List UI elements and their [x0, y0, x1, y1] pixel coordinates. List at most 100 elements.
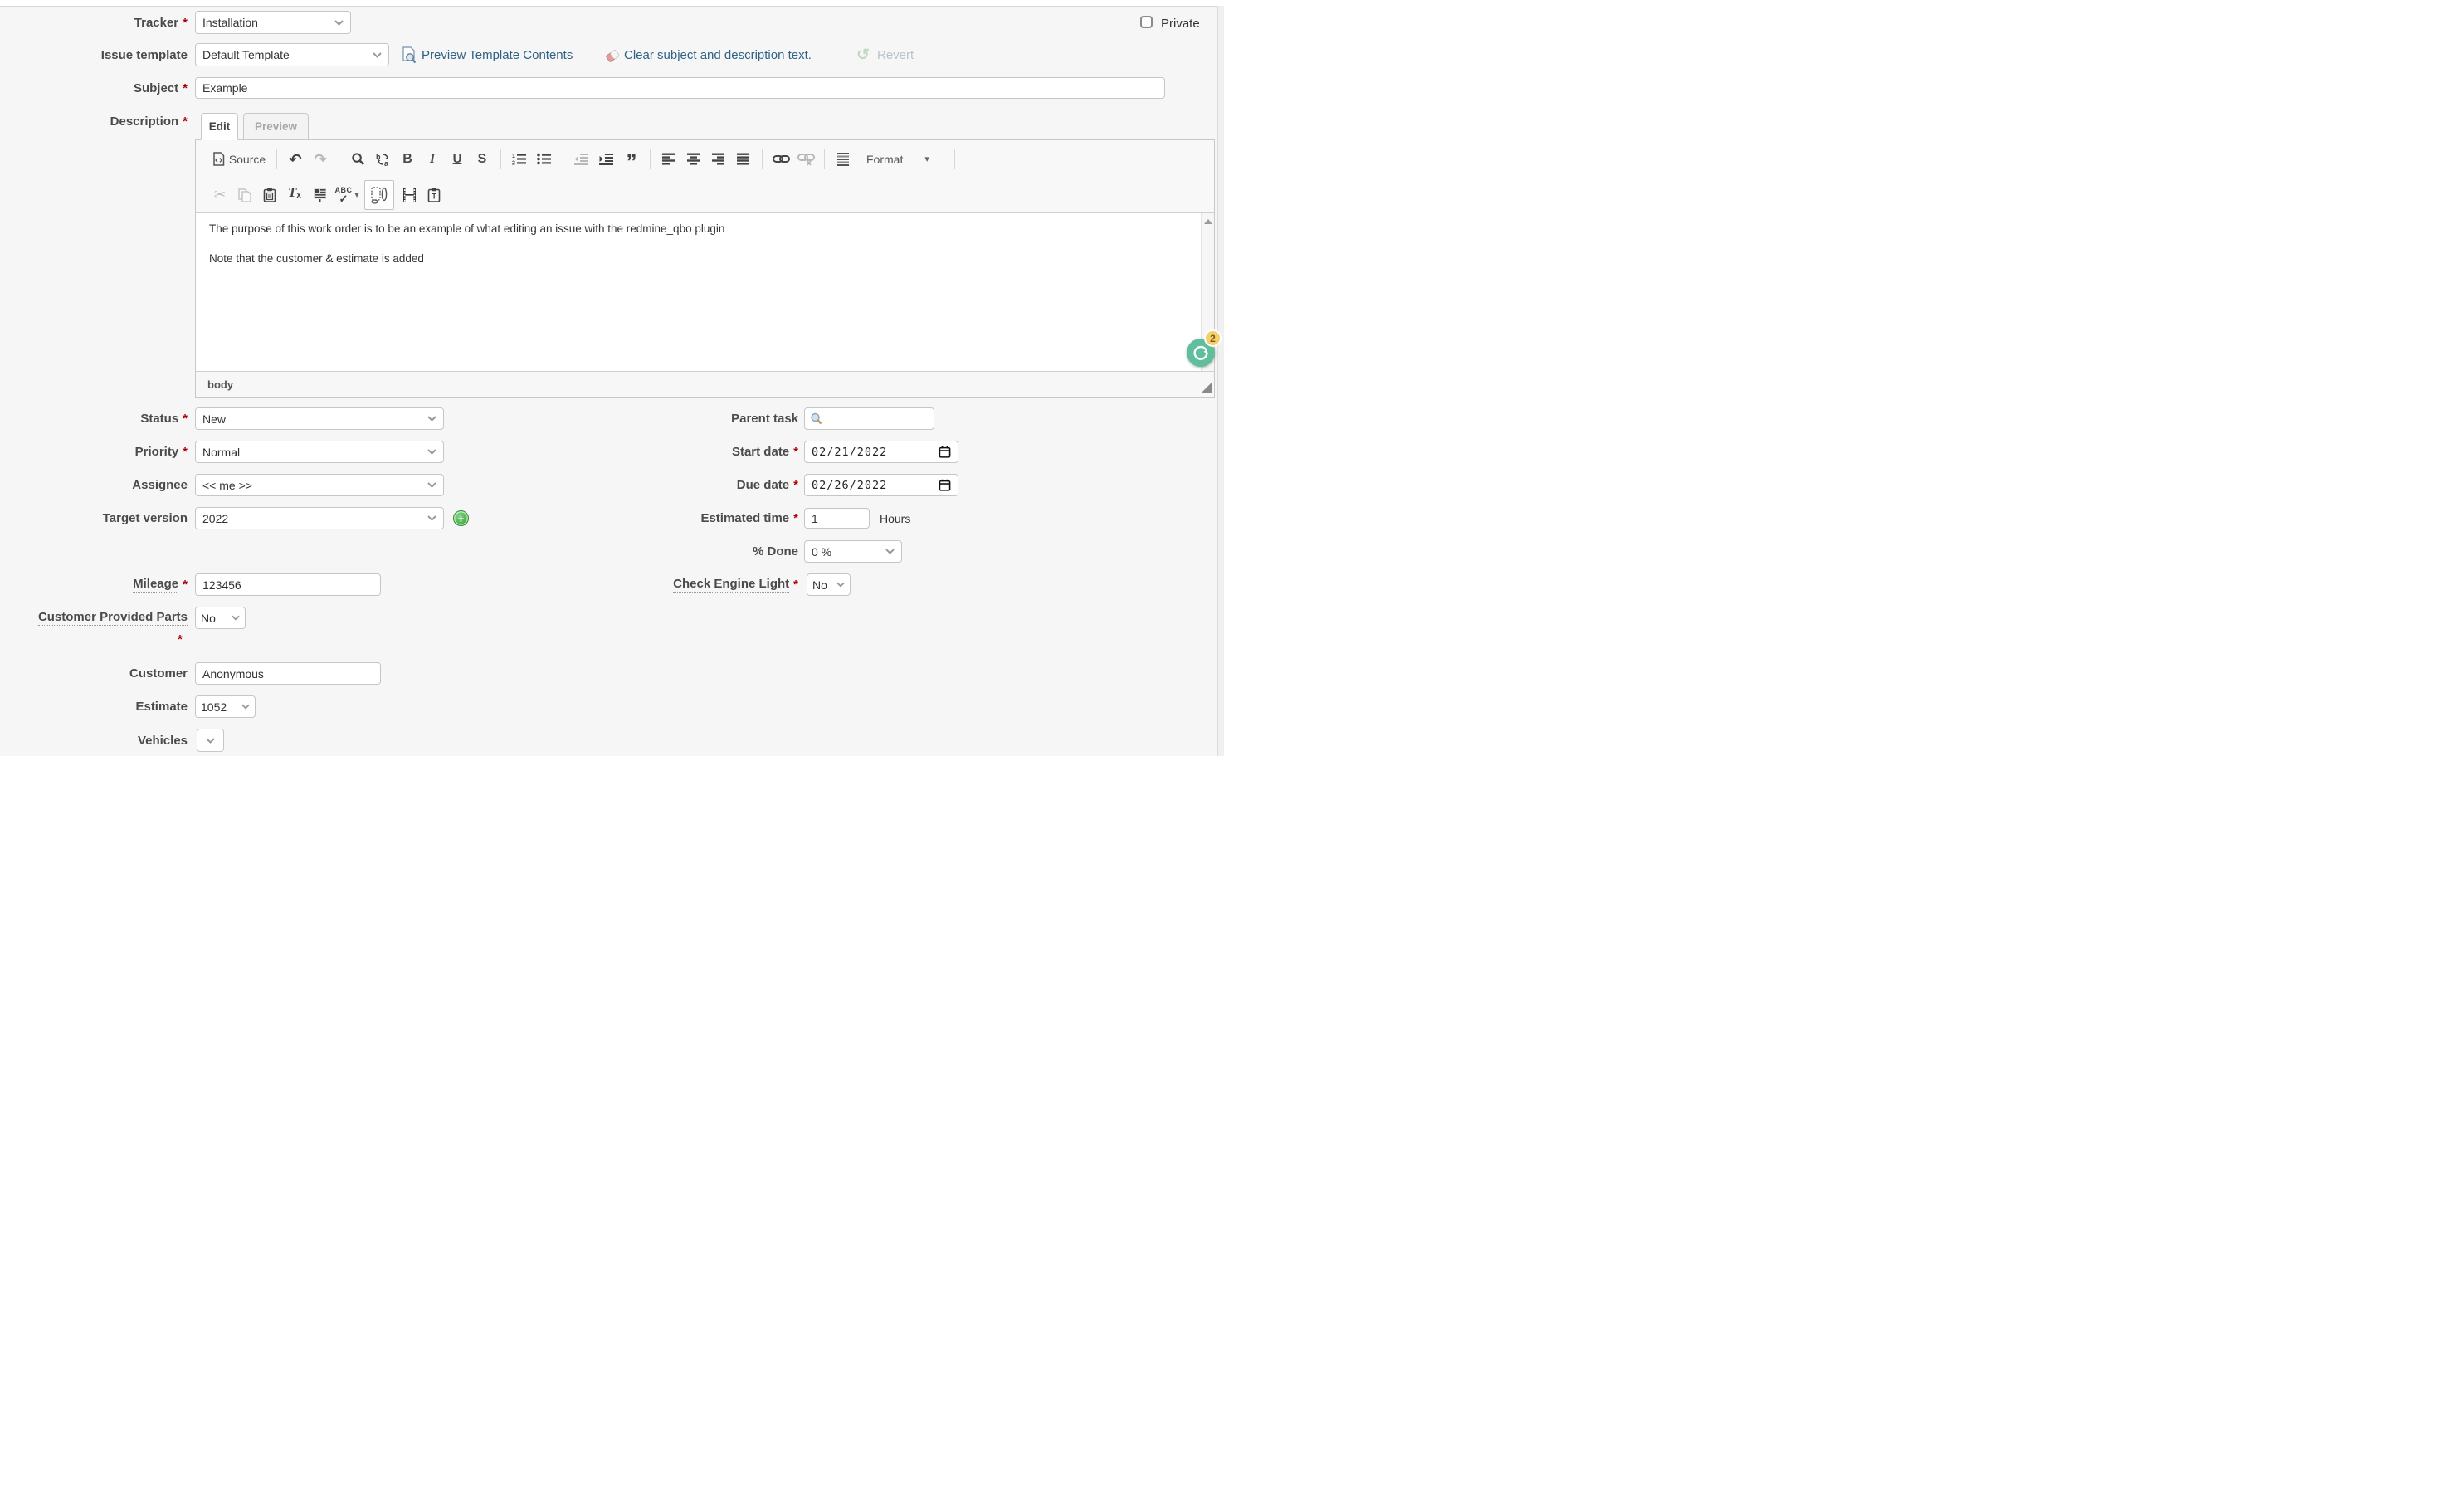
bulleted-list-icon[interactable]: [534, 149, 554, 170]
issue-template-select[interactable]: Default Template: [195, 43, 389, 66]
editor-content[interactable]: The purpose of this work order is to be …: [196, 213, 1214, 373]
replace-icon[interactable]: ba: [373, 149, 393, 170]
estimate-select[interactable]: 1052: [195, 695, 256, 718]
select-area-icon[interactable]: [364, 180, 394, 210]
paste-from-word-icon[interactable]: [310, 184, 329, 206]
calendar-icon[interactable]: [939, 479, 951, 491]
copy-icon[interactable]: [235, 184, 255, 206]
private-checkbox[interactable]: [1140, 16, 1153, 28]
align-center-icon[interactable]: [684, 149, 704, 170]
tab-preview[interactable]: Preview: [243, 113, 309, 139]
paragraph-styles-icon[interactable]: [833, 149, 853, 170]
bold-icon[interactable]: B: [397, 149, 417, 170]
editor-paragraph: The purpose of this work order is to be …: [196, 213, 1214, 237]
estimated-time-input[interactable]: [804, 508, 870, 529]
spellcheck-icon[interactable]: ABC ✓ ▾: [334, 184, 359, 206]
box-top-border: [0, 0, 1224, 7]
source-button[interactable]: Source: [210, 149, 268, 170]
chevron-down-icon: [232, 615, 240, 621]
paste-plain-text-icon[interactable]: T: [424, 184, 444, 206]
clear-subject-link[interactable]: Clear subject and description text.: [624, 48, 812, 62]
align-left-icon[interactable]: [659, 149, 679, 170]
revert-icon: ↺: [856, 46, 870, 65]
description-editor: Source ↶ ↷ ba B I U S 12 ”: [195, 139, 1215, 398]
target-version-select[interactable]: 2022: [195, 507, 444, 529]
search-icon: [810, 412, 823, 426]
source-icon: [212, 152, 225, 166]
customer-provided-parts-select[interactable]: No: [195, 607, 246, 629]
align-right-icon[interactable]: [709, 149, 729, 170]
tracker-select[interactable]: Installation: [195, 11, 351, 34]
toolbar-row-1: Source ↶ ↷ ba B I U S 12 ”: [196, 140, 1214, 178]
customer-provided-parts-label: Customer Provided Parts: [0, 607, 188, 629]
paste-icon[interactable]: [260, 184, 280, 206]
subject-input[interactable]: [195, 77, 1165, 99]
tab-edit[interactable]: Edit: [201, 113, 238, 140]
tracker-label: Tracker*: [0, 11, 188, 34]
assignee-label: Assignee: [0, 474, 188, 496]
format-dropdown[interactable]: Format ▾: [858, 149, 946, 170]
chevron-down-icon: [885, 549, 895, 554]
editor-paragraph: Note that the customer & estimate is add…: [196, 237, 1214, 266]
percent-done-select[interactable]: 0 %: [804, 540, 902, 563]
estimate-label: Estimate: [0, 695, 188, 718]
status-select[interactable]: New: [195, 407, 444, 430]
grammarly-badge: 2: [1204, 329, 1222, 347]
parent-task-label: Parent task: [465, 407, 798, 430]
customer-provided-parts-required: *: [178, 632, 183, 646]
revert-link: Revert: [877, 48, 914, 62]
svg-text:T: T: [432, 193, 436, 201]
start-date-input[interactable]: 02/21/2022: [804, 441, 958, 463]
status-label: Status*: [0, 407, 188, 430]
redo-icon[interactable]: ↷: [310, 149, 330, 170]
outdent-icon[interactable]: [572, 149, 592, 170]
resize-handle-icon[interactable]: [1201, 383, 1212, 393]
check-engine-light-label: Check Engine Light*: [465, 573, 798, 596]
underline-icon[interactable]: U: [447, 149, 467, 170]
toolbar-row-2: ✂ Tx ABC ✓ ▾ T: [196, 178, 1214, 212]
editor-toolbar: Source ↶ ↷ ba B I U S 12 ”: [196, 140, 1214, 213]
numbered-list-icon[interactable]: 12: [510, 149, 529, 170]
chevron-down-icon: [427, 416, 436, 422]
link-icon[interactable]: [771, 149, 791, 170]
element-path-bar: body: [196, 371, 1214, 397]
chevron-down-icon: [427, 449, 436, 455]
cut-icon[interactable]: ✂: [210, 184, 230, 206]
priority-select[interactable]: Normal: [195, 441, 444, 463]
element-path[interactable]: body: [207, 378, 233, 391]
due-date-input[interactable]: 02/26/2022: [804, 474, 958, 496]
svg-text:a: a: [384, 159, 389, 167]
undo-icon[interactable]: ↶: [285, 149, 305, 170]
unlink-icon[interactable]: [796, 149, 816, 170]
chevron-down-icon: [373, 52, 382, 58]
calendar-icon[interactable]: [939, 446, 951, 458]
start-date-label: Start date*: [465, 441, 798, 463]
mileage-input[interactable]: [195, 573, 381, 596]
find-icon[interactable]: [348, 149, 368, 170]
indent-icon[interactable]: [597, 149, 617, 170]
assignee-select[interactable]: << me >>: [195, 474, 444, 496]
hours-label: Hours: [880, 508, 910, 529]
caret-down-icon: ▾: [354, 191, 358, 200]
vehicles-select[interactable]: [197, 729, 224, 752]
priority-label: Priority*: [0, 441, 188, 463]
private-label: Private: [1161, 15, 1200, 32]
chevron-down-icon: [241, 704, 250, 710]
chevron-down-icon: [206, 738, 215, 744]
align-justify-icon[interactable]: [734, 149, 753, 170]
media-embed-icon[interactable]: [399, 184, 419, 206]
target-version-label: Target version: [0, 507, 188, 529]
parent-task-input[interactable]: [804, 407, 934, 430]
check-engine-light-select[interactable]: No: [807, 573, 851, 596]
preview-template-icon: [401, 46, 417, 68]
caret-down-icon: ▾: [924, 154, 929, 164]
svg-text:1: 1: [512, 154, 515, 159]
remove-format-icon[interactable]: Tx: [285, 184, 305, 206]
customer-input[interactable]: [195, 662, 381, 685]
scroll-up-arrow[interactable]: [1204, 219, 1212, 224]
strikethrough-icon[interactable]: S: [472, 149, 492, 170]
preview-template-link[interactable]: Preview Template Contents: [422, 48, 573, 62]
italic-icon[interactable]: I: [422, 149, 442, 170]
eraser-icon: [604, 47, 621, 67]
blockquote-icon[interactable]: ”: [622, 145, 641, 173]
